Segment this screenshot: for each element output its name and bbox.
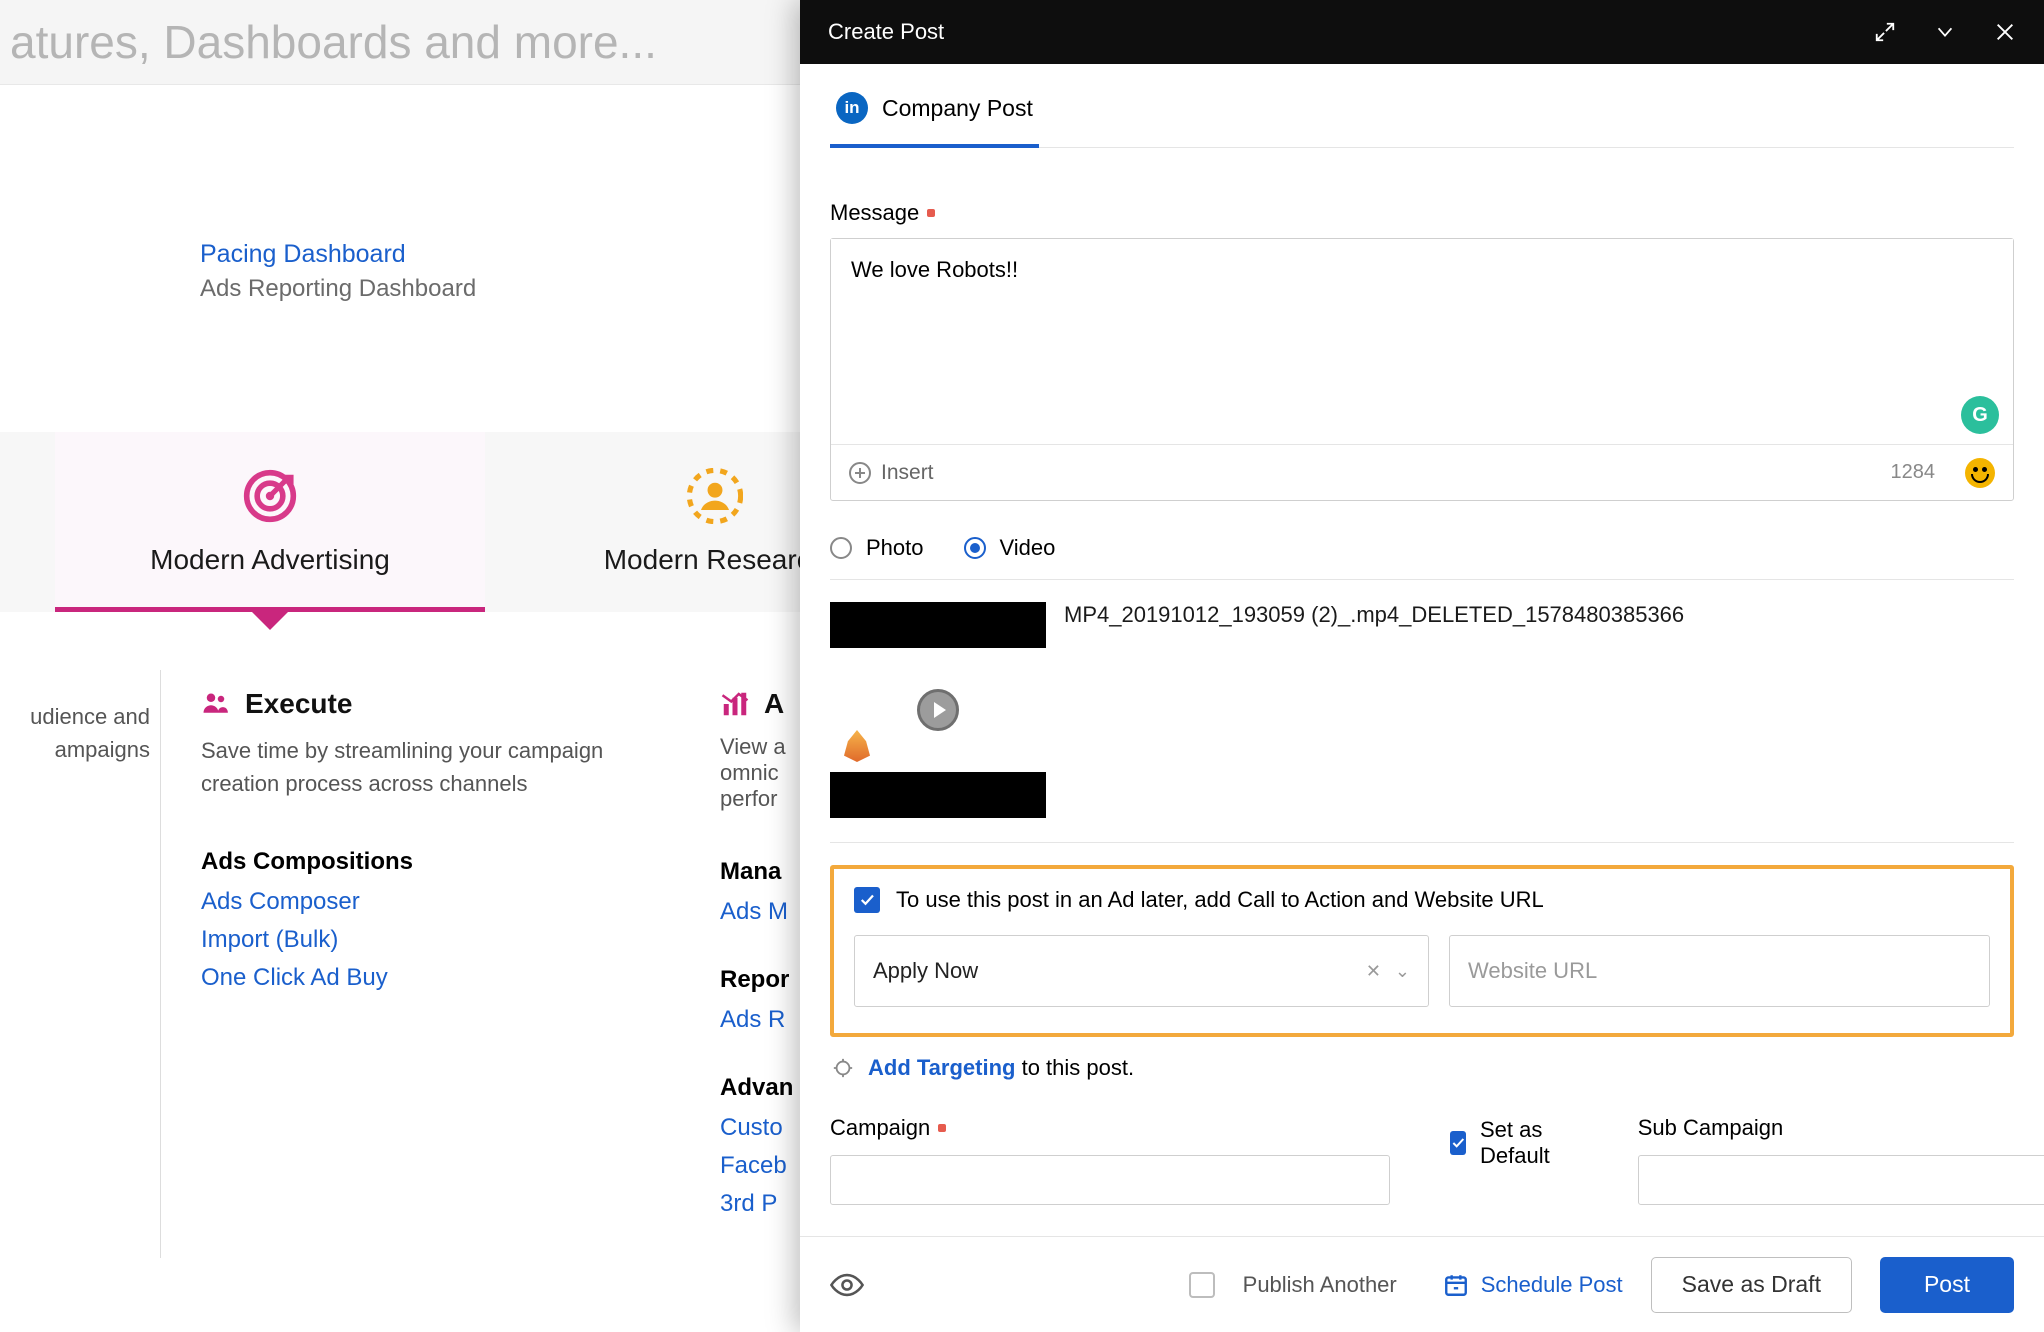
create-post-panel: Create Post in Company Post Message G <box>800 0 2044 1332</box>
group-title: Ads Compositions <box>201 848 720 876</box>
add-targeting-suffix: to this post. <box>1015 1055 1134 1080</box>
search-placeholder-text: atures, Dashboards and more... <box>10 15 657 69</box>
tab-label: Modern Research <box>604 544 827 576</box>
people-icon <box>201 689 231 719</box>
calendar-icon <box>1443 1272 1469 1298</box>
message-textarea[interactable] <box>831 239 2013 439</box>
post-button[interactable]: Post <box>1880 1257 2014 1313</box>
radio-icon <box>830 537 852 559</box>
schedule-post-button[interactable]: Schedule Post <box>1443 1272 1623 1298</box>
grammarly-icon[interactable]: G <box>1961 396 1999 434</box>
publish-another-label: Publish Another <box>1243 1272 1397 1298</box>
required-icon <box>938 1124 946 1132</box>
set-default-label: Set as Default <box>1480 1117 1558 1169</box>
crosshair-icon <box>832 1057 854 1079</box>
clear-icon[interactable]: ✕ <box>1366 961 1381 982</box>
required-icon <box>927 209 935 217</box>
sub-campaign-label: Sub Campaign <box>1638 1115 2044 1141</box>
save-as-draft-button[interactable]: Save as Draft <box>1651 1257 1852 1313</box>
tab-label: Modern Advertising <box>150 544 390 576</box>
section-title: A <box>764 688 784 720</box>
flame-icon <box>844 730 870 762</box>
website-url-input[interactable] <box>1449 935 1990 1007</box>
cta-select[interactable]: Apply Now ✕ ⌄ <box>854 935 1429 1007</box>
section-execute-header: Execute <box>201 688 720 720</box>
plus-circle-icon <box>849 462 871 484</box>
close-icon[interactable] <box>1994 21 2016 43</box>
link-import-bulk[interactable]: Import (Bulk) <box>201 926 720 954</box>
target-icon <box>242 468 298 524</box>
emoji-icon[interactable] <box>1965 458 1995 488</box>
add-targeting-row: Add Targeting to this post. <box>832 1055 2014 1081</box>
card-title: Pacing Dashboard <box>200 240 476 269</box>
link-one-click-ad-buy[interactable]: One Click Ad Buy <box>201 964 720 992</box>
expand-icon[interactable] <box>1874 21 1896 43</box>
tab-company-post[interactable]: in Company Post <box>830 80 1039 148</box>
chevron-down-icon[interactable]: ⌄ <box>1395 961 1410 982</box>
panel-header: Create Post <box>800 0 2044 64</box>
sub-campaign-select[interactable] <box>1638 1155 2044 1205</box>
panel-footer: Publish Another Schedule Post Save as Dr… <box>800 1236 2044 1332</box>
char-counter: 1284 <box>1891 461 1936 484</box>
campaign-label: Campaign <box>830 1115 1390 1141</box>
people-icon <box>687 468 743 524</box>
chevron-down-icon[interactable] <box>1934 21 1956 43</box>
message-label: Message <box>830 200 2014 226</box>
card-subtitle: Ads Reporting Dashboard <box>200 275 476 303</box>
radio-icon <box>964 537 986 559</box>
radio-photo[interactable]: Photo <box>830 535 924 561</box>
cta-highlight-box: To use this post in an Ad later, add Cal… <box>830 865 2014 1037</box>
linkedin-icon: in <box>836 92 868 124</box>
link-ads-composer[interactable]: Ads Composer <box>201 888 720 916</box>
video-attachment: MP4_20191012_193059 (2)_.mp4_DELETED_157… <box>830 602 2014 818</box>
section-title: Execute <box>245 688 352 720</box>
panel-title: Create Post <box>828 19 944 45</box>
play-icon <box>917 689 959 731</box>
cta-checkbox[interactable] <box>854 887 880 913</box>
card-pacing-dashboard[interactable]: Pacing Dashboard Ads Reporting Dashboard <box>200 240 476 303</box>
cta-checkbox-label: To use this post in an Ad later, add Cal… <box>896 887 1544 913</box>
insert-button[interactable]: Insert <box>849 461 934 485</box>
add-targeting-link[interactable]: Add Targeting <box>868 1055 1015 1080</box>
video-thumbnail[interactable] <box>830 602 1046 818</box>
radio-video[interactable]: Video <box>964 535 1056 561</box>
set-default-checkbox[interactable] <box>1450 1131 1466 1155</box>
message-box: G Insert 1284 <box>830 238 2014 501</box>
chart-icon <box>720 689 750 719</box>
publish-another-checkbox[interactable] <box>1189 1272 1215 1298</box>
preview-icon[interactable] <box>830 1273 864 1297</box>
tab-label: Company Post <box>882 95 1033 122</box>
tab-modern-advertising[interactable]: Modern Advertising <box>55 432 485 612</box>
cta-select-value: Apply Now <box>873 958 978 984</box>
left-fragment: udience and ampaigns <box>0 670 160 1258</box>
video-filename: MP4_20191012_193059 (2)_.mp4_DELETED_157… <box>1064 602 1684 628</box>
campaign-select[interactable] <box>830 1155 1390 1205</box>
section-desc: Save time by streamlining your campaign … <box>201 734 621 800</box>
